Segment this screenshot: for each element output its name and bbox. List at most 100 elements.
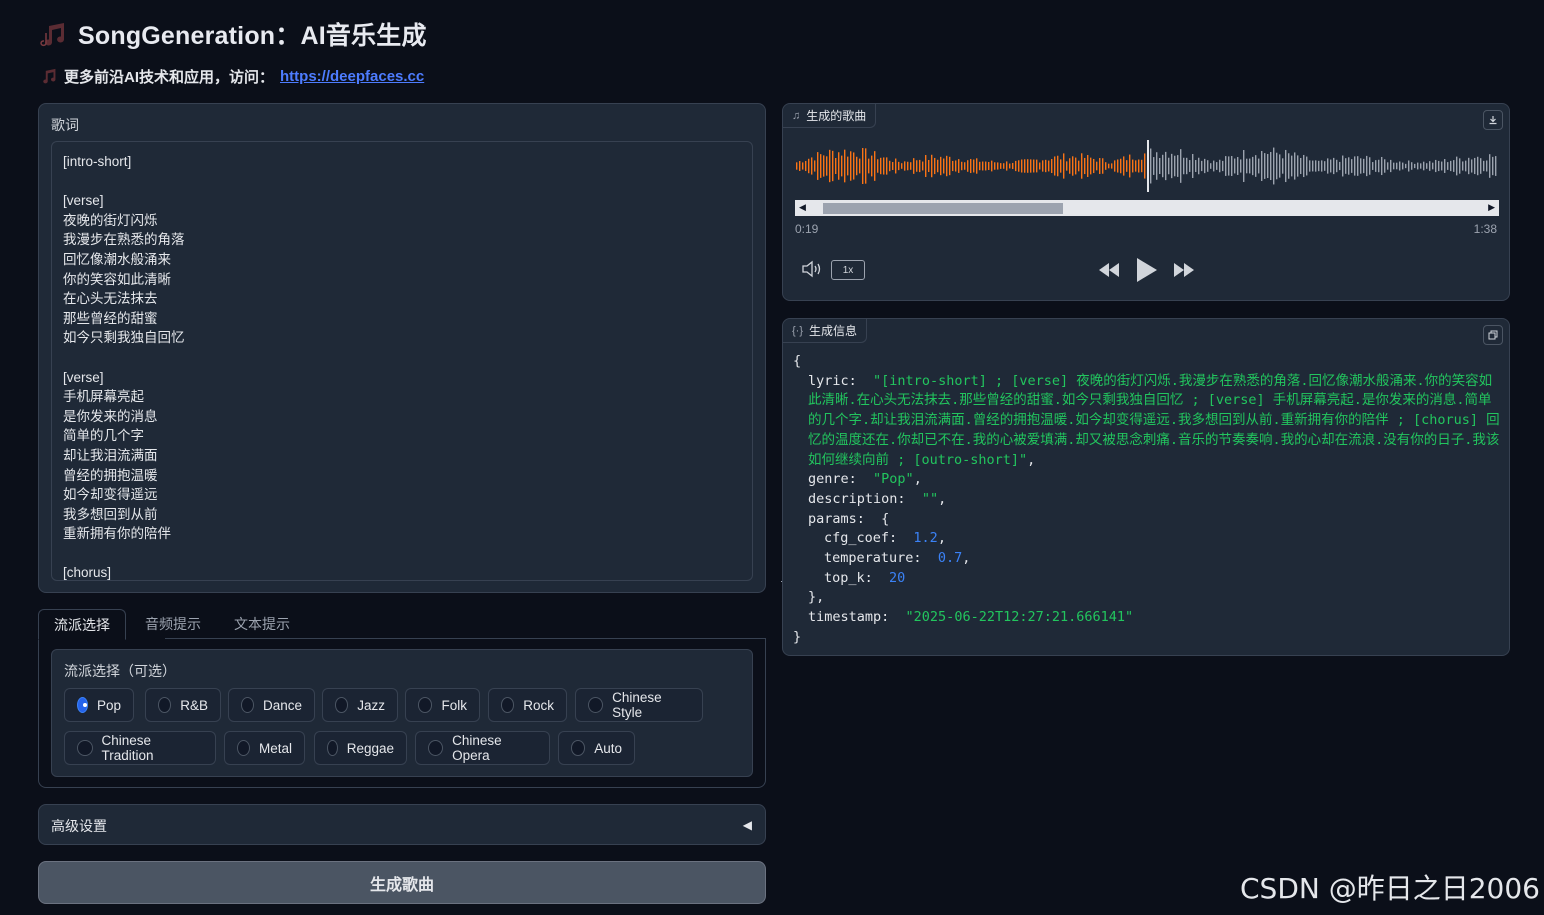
- waveform-bar: [832, 150, 834, 182]
- waveform-bar: [1270, 151, 1272, 181]
- waveform-bar: [1267, 153, 1269, 179]
- playback-rate-button[interactable]: 1x: [831, 260, 865, 280]
- genre-radio-folk[interactable]: Folk: [405, 688, 480, 722]
- scrollbar-thumb[interactable]: [823, 203, 1063, 214]
- scroll-left-arrow-icon[interactable]: ◀: [799, 202, 806, 213]
- radio-circle-icon: [501, 697, 515, 713]
- waveform-bar: [1480, 158, 1482, 174]
- waveform-bar: [1216, 162, 1218, 170]
- waveform-bar: [1021, 159, 1023, 173]
- genre-radio-chinese-opera[interactable]: Chinese Opera: [415, 731, 550, 765]
- radio-circle-icon: [237, 740, 250, 756]
- waveform-bar: [976, 158, 978, 174]
- waveform-bar: [1231, 156, 1233, 176]
- lyrics-textarea[interactable]: [intro-short] [verse] 夜晚的街灯闪烁 我漫步在熟悉的角落 …: [51, 141, 753, 581]
- waveform-bar: [1435, 159, 1437, 173]
- waveform-scrollbar[interactable]: ◀ ▶: [795, 200, 1499, 216]
- waveform-bar: [904, 161, 906, 171]
- waveform-bar: [883, 157, 885, 175]
- waveform-bar: [1030, 159, 1032, 173]
- waveform-bar: [1438, 160, 1440, 172]
- waveform-bar: [961, 161, 963, 171]
- waveform-bar: [1333, 157, 1335, 175]
- waveform-bar: [1159, 157, 1161, 175]
- waveform-bar: [1186, 157, 1188, 175]
- json-braces-icon: {·}: [792, 324, 804, 337]
- waveform-bar: [1408, 160, 1410, 172]
- genre-radio-reggae[interactable]: Reggae: [314, 731, 407, 765]
- advanced-settings-accordion[interactable]: 高级设置 ◀: [38, 804, 766, 845]
- waveform-bar: [1471, 159, 1473, 173]
- info-label: 生成信息: [809, 324, 858, 338]
- prompt-tabs: 流派选择 音频提示 文本提示: [38, 609, 766, 640]
- genre-radio-dance[interactable]: Dance: [228, 688, 315, 722]
- watermark: CSDN @昨日之日2006: [1240, 872, 1540, 905]
- waveform-bar: [1354, 156, 1356, 176]
- genre-radio-label: Chinese Style: [612, 690, 662, 720]
- tab-genre[interactable]: 流派选择: [38, 609, 126, 640]
- waveform-bar: [1153, 157, 1155, 175]
- scroll-right-arrow-icon[interactable]: ▶: [1488, 202, 1495, 213]
- waveform-bar: [1378, 159, 1380, 173]
- waveform-bar: [1093, 158, 1095, 174]
- waveform-bar: [1084, 157, 1086, 175]
- waveform-bar: [937, 159, 939, 173]
- waveform-bar: [958, 159, 960, 173]
- waveform-bar: [1387, 162, 1389, 170]
- waveform-bar: [1036, 159, 1038, 173]
- waveform-bar: [1399, 161, 1401, 171]
- waveform-bar: [1144, 153, 1146, 179]
- genre-radio-auto[interactable]: Auto: [558, 731, 635, 765]
- genre-radio-metal[interactable]: Metal: [224, 731, 305, 765]
- rewind-icon[interactable]: [1097, 256, 1121, 284]
- copy-icon[interactable]: [1483, 325, 1503, 345]
- play-icon[interactable]: [1133, 256, 1159, 284]
- tab-text-prompt[interactable]: 文本提示: [219, 609, 305, 640]
- waveform-bar: [988, 161, 990, 171]
- waveform-bar: [1180, 149, 1182, 183]
- waveform-bar: [1396, 162, 1398, 170]
- genre-radio-rock[interactable]: Rock: [488, 688, 567, 722]
- genre-radio-jazz[interactable]: Jazz: [322, 688, 398, 722]
- waveform-bar: [1456, 156, 1458, 176]
- json-description-line: description: "",: [808, 490, 947, 507]
- waveform-bar: [823, 155, 825, 177]
- genre-radio-pop[interactable]: Pop: [64, 688, 134, 722]
- radio-circle-icon: [335, 697, 349, 713]
- playhead-cursor: [1147, 140, 1149, 192]
- json-genre-line: genre: "Pop",: [808, 471, 922, 488]
- waveform-bar: [916, 160, 918, 172]
- waveform-bar: [1285, 149, 1287, 183]
- genre-radio-chinese-style[interactable]: Chinese Style: [575, 688, 703, 722]
- waveform-bar: [1072, 156, 1074, 176]
- waveform-bar: [1162, 154, 1164, 178]
- waveform-bar: [1123, 156, 1125, 176]
- waveform-bar: [967, 160, 969, 172]
- tab-audio-prompt[interactable]: 音频提示: [130, 609, 216, 640]
- waveform-bar: [997, 162, 999, 170]
- waveform-bar: [1393, 162, 1395, 170]
- waveform-bar: [1024, 159, 1026, 173]
- waveform-bar: [1234, 158, 1236, 174]
- waveform-bar: [1276, 152, 1278, 180]
- fast-forward-icon[interactable]: [1172, 256, 1196, 284]
- waveform-bar: [1351, 159, 1353, 173]
- waveform-bar: [889, 160, 891, 172]
- waveform-bar: [898, 161, 900, 171]
- waveform-bar: [1384, 159, 1386, 173]
- genre-radio-chinese-tradition[interactable]: Chinese Tradition: [64, 731, 216, 765]
- waveform-bar: [1213, 160, 1215, 172]
- download-icon[interactable]: [1483, 110, 1503, 130]
- genre-radio-r-b[interactable]: R&B: [145, 688, 221, 722]
- waveform-bar: [1444, 159, 1446, 173]
- radio-circle-icon: [158, 697, 172, 713]
- waveform[interactable]: [795, 138, 1499, 194]
- deepfaces-link[interactable]: https://deepfaces.cc: [280, 68, 424, 85]
- waveform-bar: [1258, 158, 1260, 174]
- json-open-brace: {: [793, 353, 802, 369]
- generate-song-button[interactable]: 生成歌曲: [38, 861, 766, 904]
- waveform-bar: [1237, 157, 1239, 175]
- volume-icon[interactable]: [801, 260, 823, 278]
- waveform-bar: [1294, 152, 1296, 180]
- waveform-bar: [970, 158, 972, 174]
